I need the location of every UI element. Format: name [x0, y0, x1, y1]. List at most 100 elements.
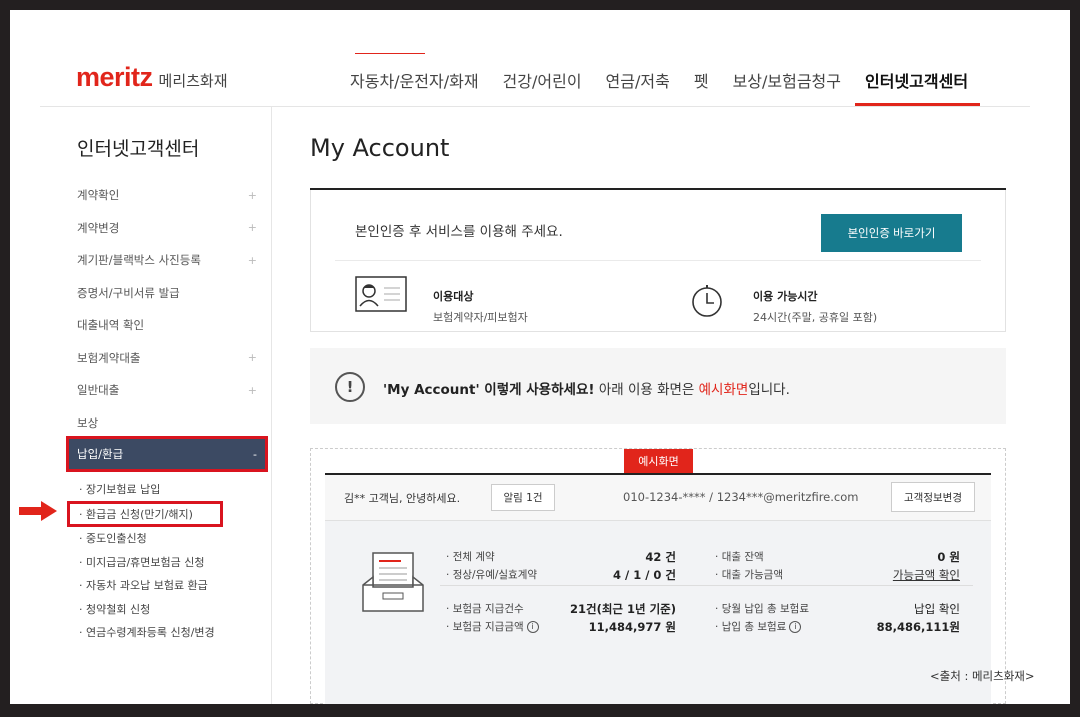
clock-icon [692, 285, 722, 317]
meritz-logo[interactable]: meritz 메리츠화재 [76, 62, 228, 93]
stat-month-payment: 당월 납입 총 보험료 납입 확인 [715, 601, 960, 617]
stat-loan-balance: 대출 잔액 0 원 [715, 549, 960, 565]
sidebar-item-loan-history[interactable]: 대출내역 확인 [77, 309, 257, 342]
stat-value: 42 건 [645, 550, 676, 564]
stat-value: 21건(최근 1년 기준) [569, 602, 676, 616]
sidebar-item-label: 납입/환급 [77, 447, 124, 461]
stat-label-text: 납입 총 보험료 [721, 621, 787, 633]
stat-label: 대출 잔액 [715, 549, 764, 565]
stat-loan-available: 대출 가능금액 가능금액 확인 [715, 567, 960, 583]
stat-label: 당월 납입 총 보험료 [715, 601, 809, 617]
sidebar-item-label: 계기판/블랙박스 사진등록 [77, 253, 201, 268]
source-caption: <출처 : 메리츠화재> [930, 669, 1035, 683]
submenu-pension-account[interactable]: · 연금수령계좌등록 신청/변경 [77, 621, 257, 645]
expand-icon: + [247, 221, 257, 235]
sidebar-item-compensation[interactable]: 보상 [77, 407, 257, 440]
customer-contact: 010-1234-**** / 1234***@meritzfire.com [623, 490, 859, 504]
nav-top-accent [355, 53, 425, 54]
submenu-withdrawal[interactable]: · 청약철회 신청 [77, 597, 257, 621]
stat-value: 0 원 [937, 550, 960, 564]
screenshot-frame: meritz 메리츠화재 자동차/운전자/화재 건강/어린이 연금/저축 펫 보… [10, 10, 1070, 704]
submenu-unpaid-dormant[interactable]: · 미지급금/휴면보험금 신청 [77, 550, 257, 574]
document-tray-icon [362, 552, 424, 612]
notice-middle: 아래 이용 화면은 [594, 382, 699, 398]
exclamation-icon: ! [335, 372, 365, 402]
nav-health[interactable]: 건강/어린이 [503, 68, 582, 92]
month-payment-check[interactable]: 납입 확인 [914, 601, 960, 617]
target-label: 이용대상 [433, 290, 474, 303]
sidebar-item-label: 일반대출 [77, 383, 120, 398]
submenu-mid-withdrawal[interactable]: · 중도인출신청 [77, 527, 257, 551]
hours-label: 이용 가능시간 [753, 290, 818, 303]
sidebar-item-label: 보상 [77, 415, 99, 430]
nav-pet[interactable]: 펫 [694, 68, 709, 92]
target-value: 보험계약자/피보험자 [433, 311, 528, 324]
stat-label: 납입 총 보험료i [715, 619, 802, 635]
sidebar-item-general-loan[interactable]: 일반대출 + [77, 374, 257, 407]
page-title: My Account [310, 134, 450, 162]
sidebar-item-label: 증명서/구비서류 발급 [77, 285, 180, 300]
alarm-button[interactable]: 알림 1건 [491, 484, 555, 511]
stat-status: 정상/유예/실효계약 4 / 1 / 0 건 [446, 567, 676, 583]
id-card-icon [355, 276, 407, 312]
expand-icon: + [247, 253, 257, 267]
stat-label: 보험금 지급금액i [446, 619, 539, 635]
auth-message: 본인인증 후 서비스를 이용해 주세요. [355, 224, 563, 240]
auth-button[interactable]: 본인인증 바로가기 [821, 214, 962, 252]
auth-divider [335, 260, 981, 261]
sidebar-item-label: 보험계약대출 [77, 350, 141, 365]
stat-value: 4 / 1 / 0 건 [612, 568, 676, 582]
nav-pension[interactable]: 연금/저축 [606, 68, 670, 92]
expand-icon: + [247, 351, 257, 365]
stats-divider [440, 585, 973, 586]
expand-icon: + [247, 188, 257, 202]
info-icon[interactable]: i [789, 621, 802, 633]
sidebar-item-payment-refund[interactable]: 납입/환급 - [66, 436, 268, 472]
stat-claims-count: 보험금 지급건수 21건(최근 1년 기준) [446, 601, 676, 617]
stat-label: 보험금 지급건수 [446, 601, 524, 617]
sidebar-item-certificate[interactable]: 증명서/구비서류 발급 [77, 277, 257, 310]
submenu-auto-overpay[interactable]: · 자동차 과오납 보험료 환급 [77, 574, 257, 598]
stat-value: 88,486,111원 [876, 620, 960, 634]
notice-example-word: 예시화면 [698, 382, 749, 398]
stat-label: 대출 가능금액 [715, 567, 783, 583]
collapse-icon: - [253, 447, 257, 461]
stat-label: 정상/유예/실효계약 [446, 567, 537, 583]
red-arrow-icon [19, 501, 57, 521]
info-icon[interactable]: i [526, 621, 539, 633]
nav-claims[interactable]: 보상/보험금청구 [733, 68, 841, 92]
example-preview: 김** 고객님, 안녕하세요. 알림 1건 010-1234-**** / 12… [310, 448, 1006, 704]
sidebar-menu: 계약확인 + 계약변경 + 계기판/블랙박스 사진등록 + 증명서/구비서류 발급 대… [66, 179, 268, 645]
submenu-refund-request[interactable]: · 환급금 신청(만기/해지) [67, 500, 223, 527]
sidebar: 인터넷고객센터 계약확인 + 계약변경 + 계기판/블랙박스 사진등록 + 증명서/구… [40, 107, 272, 704]
notice-highlight: 'My Account' 이렇게 사용하세요! [383, 382, 595, 398]
sidebar-item-policy-loan[interactable]: 보험계약대출 + [77, 342, 257, 375]
auth-box: 본인인증 후 서비스를 이용해 주세요. 본인인증 바로가기 이용대상 보험계약… [310, 190, 1006, 332]
stat-label-text: 보험금 지급금액 [452, 621, 524, 633]
hours-value: 24시간(주말, 공휴일 포함) [753, 311, 878, 324]
sidebar-item-contract-change[interactable]: 계약변경 + [77, 212, 257, 245]
logo-korean: 메리츠화재 [158, 72, 228, 90]
sidebar-item-label: 계약변경 [77, 220, 120, 235]
customer-greeting: 김** 고객님, 안녕하세요. [344, 492, 461, 505]
nav-customer-center[interactable]: 인터넷고객센터 [854, 68, 981, 106]
nav-auto[interactable]: 자동차/운전자/화재 [350, 68, 479, 92]
main-nav: 자동차/운전자/화재 건강/어린이 연금/저축 펫 보상/보험금청구 인터넷고객… [350, 68, 992, 106]
submenu: · 장기보험료 납입 · 환급금 신청(만기/해지) · 중도인출신청 · 미지… [67, 477, 257, 645]
example-panel: 김** 고객님, 안녕하세요. 알림 1건 010-1234-**** / 12… [325, 473, 991, 704]
loan-available-link[interactable]: 가능금액 확인 [893, 567, 960, 583]
expand-icon: + [247, 383, 257, 397]
stat-total-payment: 납입 총 보험료i 88,486,111원 [715, 619, 960, 635]
sidebar-item-contract-check[interactable]: 계약확인 + [77, 179, 257, 212]
notice-box: ! 'My Account' 이렇게 사용하세요! 아래 이용 화면은 예시화면… [310, 348, 1006, 424]
stat-claims-amount: 보험금 지급금액i 11,484,977 원 [446, 619, 676, 635]
customer-info-button[interactable]: 고객정보변경 [891, 482, 975, 512]
customer-bar: 김** 고객님, 안녕하세요. 알림 1건 010-1234-**** / 12… [325, 475, 991, 521]
submenu-long-term-payment[interactable]: · 장기보험료 납입 [77, 477, 257, 501]
logo-wordmark: meritz [76, 62, 153, 92]
sidebar-item-photo-register[interactable]: 계기판/블랙박스 사진등록 + [77, 244, 257, 277]
account-stats: 전체 계약 42 건 정상/유예/실효계약 4 / 1 / 0 건 대출 잔액 0 원… [325, 521, 991, 704]
notice-text: 'My Account' 이렇게 사용하세요! 아래 이용 화면은 예시화면입니… [383, 378, 790, 398]
sidebar-item-label: 대출내역 확인 [77, 318, 145, 333]
sidebar-title: 인터넷고객센터 [77, 138, 200, 160]
